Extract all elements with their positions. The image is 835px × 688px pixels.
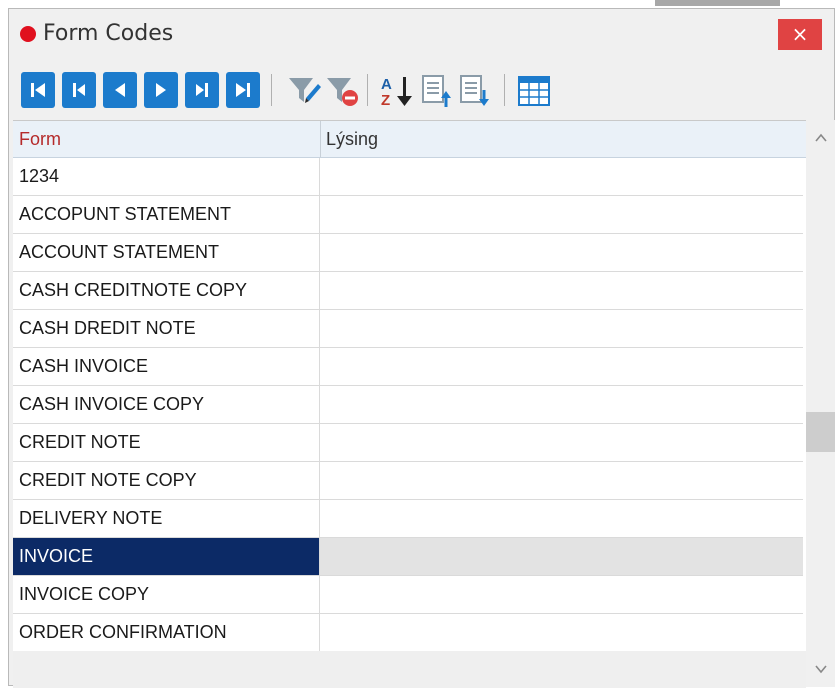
table-row[interactable]: CASH DREDIT NOTE xyxy=(13,310,803,348)
first-record-button[interactable] xyxy=(21,72,55,108)
background-box xyxy=(655,0,780,6)
lysing-cell[interactable] xyxy=(320,272,803,309)
grid-header: Form Lýsing xyxy=(13,121,806,158)
form-cell[interactable]: ACCOUNT STATEMENT xyxy=(13,234,320,271)
form-cell[interactable]: INVOICE xyxy=(13,538,320,575)
last-record-button[interactable] xyxy=(226,72,260,108)
next-record-button[interactable] xyxy=(144,72,178,108)
table-row[interactable]: CASH INVOICE COPY xyxy=(13,386,803,424)
grid-view-icon[interactable] xyxy=(515,72,553,110)
window-title: Form Codes xyxy=(43,21,174,46)
form-cell[interactable]: CREDIT NOTE COPY xyxy=(13,462,320,499)
prev-record-button[interactable] xyxy=(103,72,137,108)
form-cell[interactable]: CASH CREDITNOTE COPY xyxy=(13,272,320,309)
filter-clear-icon[interactable] xyxy=(324,72,362,110)
lysing-cell[interactable] xyxy=(320,614,803,651)
lysing-cell[interactable] xyxy=(320,500,803,537)
lysing-cell[interactable] xyxy=(320,576,803,613)
grid-empty-area xyxy=(13,651,806,688)
table-row[interactable]: 1234 xyxy=(13,158,803,196)
form-cell[interactable]: CASH INVOICE xyxy=(13,348,320,385)
table-row[interactable]: INVOICE COPY xyxy=(13,576,803,614)
form-cell[interactable]: 1234 xyxy=(13,158,320,195)
form-cell[interactable]: DELIVERY NOTE xyxy=(13,500,320,537)
form-codes-grid: Form Lýsing 1234 ACCOPUNT STATEMENT ACCOUN… xyxy=(13,120,806,688)
lysing-cell[interactable] xyxy=(320,196,803,233)
svg-text:A: A xyxy=(381,76,392,93)
lysing-cell[interactable] xyxy=(320,310,803,347)
scroll-up-icon[interactable] xyxy=(806,120,835,156)
table-row[interactable]: DELIVERY NOTE xyxy=(13,500,803,538)
title-bar: Form Codes × xyxy=(9,9,834,59)
form-codes-window: Form Codes × A Z Form Lýsing 1234 ACCOPU… xyxy=(8,8,835,688)
form-cell[interactable]: CASH INVOICE COPY xyxy=(13,386,320,423)
lysing-cell[interactable] xyxy=(320,348,803,385)
toolbar-separator xyxy=(504,74,505,106)
form-cell[interactable]: INVOICE COPY xyxy=(13,576,320,613)
lysing-cell[interactable] xyxy=(320,386,803,423)
next-page-button[interactable] xyxy=(185,72,219,108)
lysing-cell[interactable] xyxy=(320,158,803,195)
first-record-icon xyxy=(31,83,45,97)
export-up-icon[interactable] xyxy=(419,72,457,110)
vertical-scrollbar[interactable] xyxy=(806,120,835,687)
lysing-cell[interactable] xyxy=(320,538,803,575)
table-row[interactable]: ACCOUNT STATEMENT xyxy=(13,234,803,272)
lysing-cell[interactable] xyxy=(320,424,803,461)
sort-az-icon[interactable]: A Z xyxy=(379,72,417,110)
prev-page-icon xyxy=(73,83,85,97)
lysing-cell[interactable] xyxy=(320,234,803,271)
scroll-down-icon[interactable] xyxy=(806,651,835,687)
lysing-cell[interactable] xyxy=(320,462,803,499)
column-header-form[interactable]: Form xyxy=(13,121,320,157)
filter-edit-icon[interactable] xyxy=(286,72,324,110)
table-row[interactable]: ORDER CONFIRMATION xyxy=(13,614,803,652)
scroll-thumb[interactable] xyxy=(806,412,835,452)
prev-page-button[interactable] xyxy=(62,72,96,108)
last-record-icon xyxy=(236,83,250,97)
form-cell[interactable]: ORDER CONFIRMATION xyxy=(13,614,320,651)
table-row[interactable]: INVOICE xyxy=(13,538,803,576)
form-cell[interactable]: ACCOPUNT STATEMENT xyxy=(13,196,320,233)
form-cell[interactable]: CREDIT NOTE xyxy=(13,424,320,461)
svg-text:Z: Z xyxy=(381,92,390,109)
table-row[interactable]: CREDIT NOTE xyxy=(13,424,803,462)
toolbar: A Z xyxy=(9,62,834,122)
next-page-icon xyxy=(196,83,208,97)
app-dot-icon xyxy=(20,26,36,42)
table-row[interactable]: CASH INVOICE xyxy=(13,348,803,386)
table-row[interactable]: ACCOPUNT STATEMENT xyxy=(13,196,803,234)
form-cell[interactable]: CASH DREDIT NOTE xyxy=(13,310,320,347)
prev-record-icon xyxy=(115,83,125,97)
toolbar-separator xyxy=(271,74,272,106)
table-row[interactable]: CREDIT NOTE COPY xyxy=(13,462,803,500)
table-row[interactable]: CASH CREDITNOTE COPY xyxy=(13,272,803,310)
column-header-lysing[interactable]: Lýsing xyxy=(320,121,803,157)
next-record-icon xyxy=(156,83,166,97)
toolbar-separator xyxy=(367,74,368,106)
export-down-icon[interactable] xyxy=(457,72,495,110)
close-button[interactable]: × xyxy=(778,19,822,50)
